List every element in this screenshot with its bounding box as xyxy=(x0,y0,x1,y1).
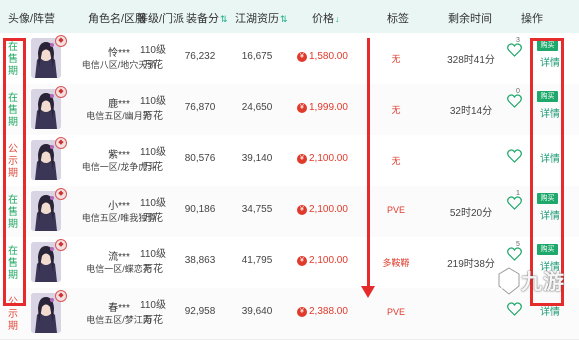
camp-badge-icon: ◆ xyxy=(55,35,67,47)
favorite-heart-icon[interactable] xyxy=(507,196,522,210)
price-value: 2,388.00 xyxy=(309,306,348,317)
table-row[interactable]: 在售期 ◆ 小*** 电信五区/唯我独尊 110级 万花 90,186 34,755 ¥2,10… xyxy=(0,186,579,238)
camp-badge-icon: ◆ xyxy=(55,188,67,200)
gear-score: 76,232 xyxy=(184,51,216,62)
price-value: 1,999.00 xyxy=(309,102,348,113)
yen-icon: ¥ xyxy=(297,154,307,164)
header-gear-score-label: 装备分 xyxy=(186,13,219,25)
header-level-school: 等级/门派 xyxy=(137,13,185,25)
price-highlight-arrow xyxy=(361,286,375,298)
status-highlight-box xyxy=(3,38,26,306)
watermark-logo: 九游 xyxy=(493,262,577,302)
school: 万花 xyxy=(143,60,163,71)
yen-icon: ¥ xyxy=(297,205,307,215)
table-row[interactable]: 在售期 ◆ 怜*** 电信八区/地穴天骄 110级 万花 76,232 16,675 ¥1,58… xyxy=(0,33,579,85)
jianghu-exp: 41,795 xyxy=(241,255,273,266)
level: 110级 xyxy=(140,198,166,209)
price: ¥1,999.00 xyxy=(297,102,361,113)
school: 万花 xyxy=(143,162,163,173)
price-value: 2,100.00 xyxy=(309,255,348,266)
school: 万花 xyxy=(143,264,163,275)
jianghu-exp: 34,755 xyxy=(241,204,273,215)
favorite-heart-icon[interactable] xyxy=(507,43,522,57)
level: 110级 xyxy=(140,249,166,260)
level: 110级 xyxy=(140,45,166,56)
school: 万花 xyxy=(143,213,163,224)
jianghu-exp: 39,640 xyxy=(241,306,273,317)
sort-down-icon: ↓ xyxy=(335,14,340,24)
header-remaining: 剩余时间 xyxy=(448,13,492,25)
watermark-text: 九游 xyxy=(521,271,565,294)
gear-score: 38,863 xyxy=(184,255,216,266)
camp-badge-icon: ◆ xyxy=(55,86,67,98)
header-jianghu[interactable]: 江湖资历⇅ xyxy=(235,10,288,26)
yen-icon: ¥ xyxy=(297,256,307,266)
watermark-icon xyxy=(497,266,521,296)
yen-icon: ¥ xyxy=(297,103,307,113)
yen-icon: ¥ xyxy=(297,307,307,317)
price-value: 1,580.00 xyxy=(309,51,348,62)
price: ¥2,100.00 xyxy=(297,153,361,164)
remaining-time: 52时20分 xyxy=(449,208,493,219)
header-avatar-camp: 头像/阵营 xyxy=(8,13,56,25)
header-price-label: 价格 xyxy=(312,13,334,25)
yen-icon: ¥ xyxy=(297,52,307,62)
table-row[interactable]: 在售期 ◆ 鹿*** 电信五区/幽月轮 110级 万花 76,870 24,650 ¥1,999… xyxy=(0,84,579,136)
header-jianghu-label: 江湖资历 xyxy=(235,13,279,25)
header-gear-score[interactable]: 装备分⇅ xyxy=(186,10,228,26)
remaining-time: 32时14分 xyxy=(449,106,493,117)
price-value: 2,100.00 xyxy=(309,204,348,215)
table-header: 头像/阵营 角色名/区服 等级/门派 装备分⇅ 江湖资历⇅ 价格↓ 标签 剩余时… xyxy=(0,0,579,34)
header-action: 操作 xyxy=(521,13,543,25)
listing-tag: PVE xyxy=(386,307,405,317)
gear-score: 92,958 xyxy=(184,306,216,317)
gear-score: 90,186 xyxy=(184,204,216,215)
school: 万花 xyxy=(143,315,163,326)
gear-score: 80,576 xyxy=(184,153,216,164)
table-row[interactable]: 公示期 ◆ 紫*** 电信一区/龙争虎斗 110级 万花 80,576 39,140 ¥2,10… xyxy=(0,135,579,187)
camp-badge-icon: ◆ xyxy=(55,290,67,302)
level: 110级 xyxy=(140,147,166,158)
camp-badge-icon: ◆ xyxy=(55,137,67,149)
header-tags: 标签 xyxy=(387,13,409,25)
jianghu-exp: 16,675 xyxy=(241,51,273,62)
listing-tag: 无 xyxy=(391,105,401,115)
price: ¥2,100.00 xyxy=(297,204,361,215)
favorite-heart-icon[interactable] xyxy=(507,94,522,108)
listing-tag: 无 xyxy=(391,156,401,166)
price: ¥2,100.00 xyxy=(297,255,361,266)
sort-icon: ⇅ xyxy=(220,14,228,24)
remaining-time: 328时41分 xyxy=(447,55,495,66)
jianghu-exp: 24,650 xyxy=(241,102,273,113)
favorite-heart-icon[interactable] xyxy=(507,247,522,261)
listing-tag: PVE xyxy=(386,205,405,215)
gear-score: 76,870 xyxy=(184,102,216,113)
price-value: 2,100.00 xyxy=(309,153,348,164)
listing-tag: 多鞍鞯 xyxy=(382,258,410,268)
camp-badge-icon: ◆ xyxy=(55,239,67,251)
favorite-heart-icon[interactable] xyxy=(507,302,522,316)
level: 110级 xyxy=(140,96,166,107)
school: 万花 xyxy=(143,111,163,122)
price: ¥1,580.00 xyxy=(297,51,361,62)
jianghu-exp: 39,140 xyxy=(241,153,273,164)
price: ¥2,388.00 xyxy=(297,306,361,317)
favorite-heart-icon[interactable] xyxy=(507,149,522,163)
header-price[interactable]: 价格↓ xyxy=(312,10,340,26)
price-highlight-line xyxy=(367,38,370,291)
sort-icon: ⇅ xyxy=(280,14,288,24)
listing-tag: 无 xyxy=(391,54,401,64)
